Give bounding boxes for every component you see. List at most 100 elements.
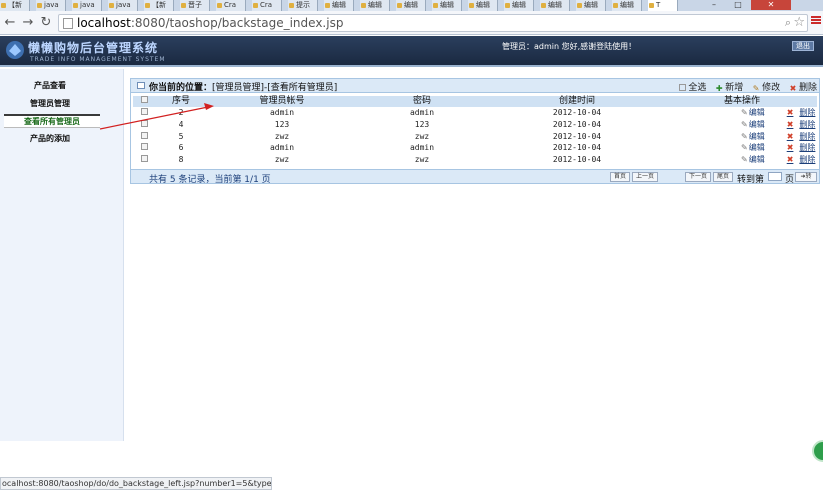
browser-tab[interactable]: 【新 [144,0,174,11]
select-all-button[interactable]: 全选 [679,80,706,93]
jump-label: 转到第 [737,175,765,185]
row-checkbox[interactable] [133,154,155,166]
cell-created: 2012-10-04 [552,143,602,153]
edit-link[interactable]: ✎编辑 [741,107,765,118]
next-page-button[interactable]: 下一页 [685,172,711,182]
app-title: 懒懒购物后台管理系统 [28,41,159,55]
sidebar-item-product-view[interactable]: 产品查看 [0,80,100,91]
sidebar-item-admin-manage[interactable]: 管理员管理 [0,98,100,109]
browser-tab[interactable]: Cra [216,0,246,11]
cell-id: 5 [178,131,184,141]
browser-tab[interactable]: 提示 [288,0,318,11]
browser-tab[interactable]: java [72,0,102,11]
browser-tab[interactable]: java [36,0,66,11]
floating-assistant-icon[interactable] [812,440,823,462]
pencil-icon: ✎ [741,143,748,153]
prev-page-button[interactable]: 上一页 [632,172,658,182]
browser-toolbar: ← → ↻ localhost:8080/taoshop/backstage_i… [0,11,823,35]
delete-link[interactable]: ✖ 删除 [787,154,816,165]
table-row: 5 zwz zwz 2012-10-04 ✎编辑 ✖ 删除 [133,130,817,142]
cell-created: 2012-10-04 [552,155,602,165]
cell-account: admin [269,143,295,153]
cell-id: 6 [178,143,184,153]
browser-tab[interactable]: 编辑 [612,0,642,11]
browser-tab[interactable]: 编辑 [360,0,390,11]
cell-password: 123 [414,120,430,130]
delete-button[interactable]: ✖ 删除 [789,80,817,93]
cell-actions: ✎编辑 ✖ 删除 [667,107,817,119]
column-header-actions: 基本操作 [667,96,817,107]
first-page-button[interactable]: 首页 [610,172,630,182]
pencil-icon: ✎ [741,131,748,141]
sidebar-item-add-product[interactable]: 产品的添加 [0,133,100,144]
edit-link[interactable]: ✎编辑 [741,131,765,142]
cell-created: 2012-10-04 [552,131,602,141]
browser-tab[interactable]: 编辑 [468,0,498,11]
edit-link[interactable]: ✎编辑 [741,142,765,153]
browser-tab[interactable]: 晋子 [180,0,210,11]
column-header-created: 创建时间 [487,96,667,107]
app-header: 懒懒购物后台管理系统 TRADE INFO MANAGEMENT SYSTEM … [0,36,823,67]
row-checkbox[interactable] [133,119,155,131]
cell-actions: ✎编辑 ✖ 删除 [667,130,817,142]
go-button[interactable]: ➜转 [795,172,817,182]
browser-tabstrip: 【新 java java java 【新 晋子 Cra Cra 提示 编辑 编辑 编辑 编辑 编辑 编辑 编辑… [0,0,823,11]
cell-account: admin [269,108,295,118]
minimize-button[interactable]: – [703,0,725,10]
browser-tab[interactable]: 编辑 [324,0,354,11]
bookmark-star-icon[interactable]: ☆ [793,15,805,31]
delete-link[interactable]: ✖ 删除 [787,131,816,142]
pagination-bar: 共有 5 条记录，当前第 1/1 页 首页 上一页 下一页 尾页 转到第 页 ➜… [131,169,819,185]
admin-list-panel: 你当前的位置：[管理员管理]-[查看所有管理员] 全选 ✚ 新增 ✎ 修改 ✖ 删除 … [130,78,820,185]
edit-link[interactable]: ✎编辑 [741,119,765,130]
breadcrumb: 你当前的位置：[管理员管理]-[查看所有管理员] [149,83,338,93]
forward-icon[interactable]: → [20,15,36,31]
browser-tab[interactable]: 编辑 [432,0,462,11]
browser-tab[interactable]: 编辑 [540,0,570,11]
modify-button[interactable]: ✎ 修改 [752,80,780,93]
address-bar[interactable]: localhost:8080/taoshop/backstage_index.j… [58,14,808,32]
pencil-icon: ✎ [741,108,748,118]
logout-button[interactable]: 退出 [792,41,814,51]
delete-link[interactable]: ✖ 删除 [787,119,816,130]
last-page-button[interactable]: 尾页 [713,172,733,182]
row-checkbox[interactable] [133,130,155,142]
logo-icon [6,41,24,59]
browser-tab[interactable]: 【新 [0,0,30,11]
browser-tab[interactable]: 编辑 [396,0,426,11]
jump-page-input[interactable] [768,172,782,181]
column-header-id: 序号 [155,96,207,107]
sidebar: 产品查看 管理员管理 查看所有管理员 产品的添加 [0,69,124,441]
delete-icon: ✖ [786,155,794,165]
edit-link[interactable]: ✎编辑 [741,154,765,165]
delete-link[interactable]: ✖ 删除 [787,107,816,118]
app-subtitle: TRADE INFO MANAGEMENT SYSTEM [30,56,166,63]
window-controls: – □ ✕ [703,0,823,11]
page-icon [63,18,73,29]
cell-created: 2012-10-04 [552,120,602,130]
row-checkbox[interactable] [133,142,155,154]
browser-tab[interactable]: java [108,0,138,11]
reload-icon[interactable]: ↻ [38,15,54,31]
back-icon[interactable]: ← [2,15,18,31]
record-count: 共有 5 条记录，当前第 1/1 页 [149,175,271,185]
close-window-button[interactable]: ✕ [751,0,791,10]
column-header-password: 密码 [357,96,487,107]
header-checkbox[interactable] [133,96,155,107]
delete-icon: ✖ [786,120,794,130]
add-button[interactable]: ✚ 新增 [715,80,743,93]
browser-tab[interactable]: Cra [252,0,282,11]
search-icon[interactable]: ⌕ [785,15,791,31]
maximize-button[interactable]: □ [727,0,749,10]
column-header-account: 管理员帐号 [207,96,357,107]
row-checkbox[interactable] [133,107,155,119]
browser-tab[interactable]: 编辑 [504,0,534,11]
address-text: localhost:8080/taoshop/backstage_index.j… [77,16,344,30]
delete-link[interactable]: ✖ 删除 [787,142,816,153]
browser-menu-icon[interactable] [811,16,821,26]
cell-id: 8 [178,155,184,165]
delete-icon: ✖ [786,108,794,118]
sidebar-item-view-all-admins[interactable]: 查看所有管理员 [4,114,100,128]
browser-tab[interactable]: 编辑 [576,0,606,11]
browser-tab[interactable]: T [648,0,678,11]
